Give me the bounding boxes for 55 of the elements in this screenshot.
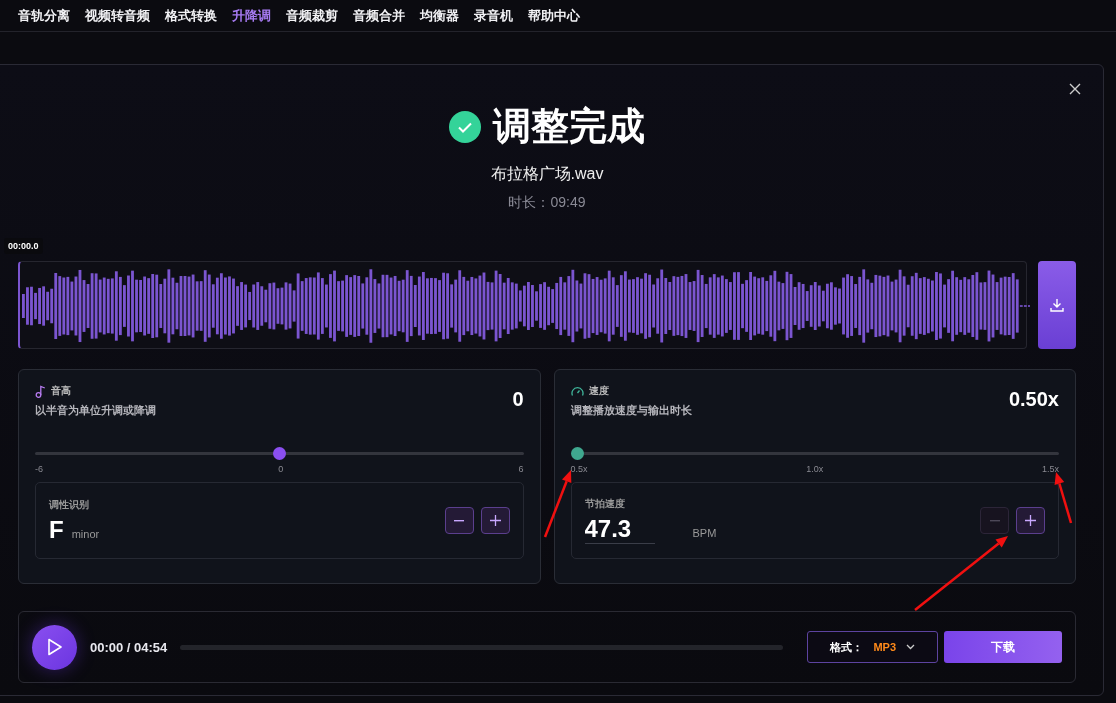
plus-icon: [1025, 515, 1036, 526]
close-icon[interactable]: [1067, 81, 1083, 97]
tick-label: 1.5x: [1041, 464, 1059, 474]
decrease-button[interactable]: [444, 507, 474, 534]
download-button[interactable]: 下载: [944, 631, 1062, 663]
bpm-unit: BPM: [692, 527, 717, 539]
nav-item[interactable]: 视频转音频: [85, 6, 150, 25]
check-icon: [449, 110, 481, 143]
play-icon: [46, 638, 63, 656]
nav-item[interactable]: 格式转换: [165, 6, 217, 25]
file-name: 布拉格广场.wav: [490, 164, 604, 184]
nav-item[interactable]: 音轨分离: [18, 6, 70, 25]
nav-item[interactable]: 录音机: [474, 6, 513, 25]
card-subtitle: 以半音为单位升调或降调: [35, 403, 156, 418]
play-button[interactable]: [32, 624, 77, 670]
tick-label: -6: [35, 464, 43, 474]
format-dropdown[interactable]: 格式： MP3: [807, 631, 938, 663]
tick-label: 6: [518, 464, 524, 474]
nav-item[interactable]: 音频裁剪: [286, 6, 338, 25]
tick-label: 0.5x: [570, 464, 588, 474]
card-subtitle: 调整播放速度与输出时长: [570, 403, 692, 418]
increase-button[interactable]: [1016, 507, 1045, 534]
nav-item[interactable]: 均衡器: [420, 6, 459, 25]
slider-thumb[interactable]: [570, 447, 584, 460]
duration-text: 时长：09:49: [508, 194, 586, 212]
tick-label: 1.0x: [806, 464, 824, 474]
key-value: F: [49, 515, 64, 544]
key-label: 调性识别: [49, 497, 90, 512]
nav-item[interactable]: 帮助中心: [528, 6, 580, 25]
playback-time: 00:00 / 04:54: [90, 639, 168, 655]
bpm-input[interactable]: 47.3: [584, 515, 655, 544]
bpm-label: 节拍速度: [584, 497, 626, 511]
minus-icon: [454, 519, 464, 522]
increase-button[interactable]: [480, 507, 510, 534]
chevron-down-icon: [906, 644, 915, 650]
dialog-title: 调整完成: [493, 104, 645, 149]
plus-icon: [489, 515, 501, 526]
pitch-value: 0: [512, 388, 524, 412]
nav-item[interactable]: 升降调: [232, 6, 271, 25]
download-icon: [1050, 298, 1065, 312]
minus-icon: [989, 519, 1000, 522]
tick-label: 0: [278, 464, 284, 474]
speed-value: 0.50x: [1008, 388, 1059, 412]
card-title: 音高: [51, 384, 71, 398]
progress-track[interactable]: [180, 644, 784, 650]
music-note-icon: [35, 384, 46, 398]
key-mode: minor: [71, 527, 100, 540]
nav-item[interactable]: 音频合并: [353, 6, 405, 25]
annotation-arrow: [543, 470, 572, 538]
gauge-icon: [570, 385, 584, 397]
slider-thumb[interactable]: [272, 447, 286, 460]
download-button[interactable]: [1038, 261, 1076, 349]
annotation-arrow: [1054, 472, 1073, 524]
card-title: 速度: [588, 384, 609, 398]
time-marker: 00:00.0: [4, 238, 43, 254]
